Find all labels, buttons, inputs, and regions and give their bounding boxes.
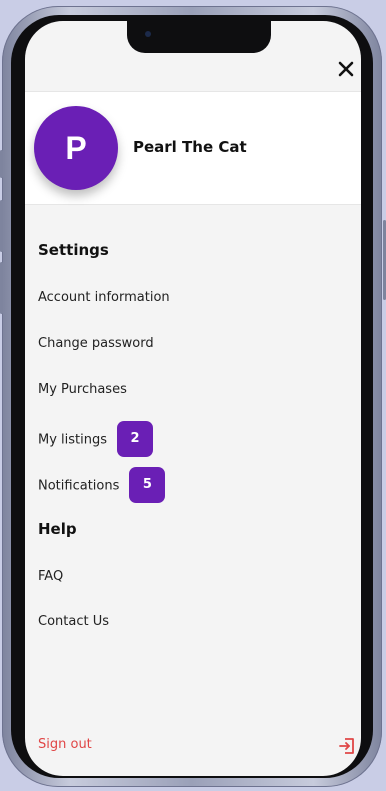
menu-item-my-listings[interactable]: My listings 2 <box>38 421 154 457</box>
listings-count-badge: 2 <box>117 421 154 457</box>
notifications-count-badge: 5 <box>129 467 166 503</box>
sign-out-icon <box>339 738 354 754</box>
front-camera <box>145 31 151 37</box>
avatar[interactable]: P <box>34 106 118 190</box>
notch <box>127 21 271 53</box>
menu-item-change-password[interactable]: Change password <box>38 330 154 358</box>
menu-item-account-information[interactable]: Account information <box>38 284 170 312</box>
profile-header: P Pearl The Cat <box>25 91 361 205</box>
menu-screen: P Pearl The Cat Settings Account informa… <box>25 21 361 776</box>
close-button[interactable] <box>335 58 357 80</box>
phone-side-button <box>0 150 3 178</box>
sign-out-button[interactable] <box>338 737 356 755</box>
menu-item-my-purchases[interactable]: My Purchases <box>38 376 127 404</box>
menu-item-label: My listings <box>38 432 108 448</box>
phone-volume-up-button <box>0 200 3 252</box>
menu-item-label: Notifications <box>38 478 120 494</box>
menu-item-label: Account information <box>38 290 170 305</box>
page: P Pearl The Cat Settings Account informa… <box>0 0 386 791</box>
settings-heading: Settings <box>38 241 109 259</box>
menu-item-label: Change password <box>38 336 154 351</box>
menu-item-contact-us[interactable]: Contact Us <box>38 608 109 636</box>
help-heading: Help <box>38 520 77 538</box>
menu-item-label: My Purchases <box>38 382 127 397</box>
profile-name: Pearl The Cat <box>133 138 247 156</box>
menu-item-notifications[interactable]: Notifications 5 <box>38 467 166 503</box>
menu-item-label: Contact Us <box>38 614 109 629</box>
menu-item-faq[interactable]: FAQ <box>38 563 63 591</box>
sign-out-link[interactable]: Sign out <box>38 737 92 752</box>
close-icon <box>338 61 354 77</box>
phone-volume-down-button <box>0 262 3 314</box>
menu-item-label: FAQ <box>38 569 64 584</box>
